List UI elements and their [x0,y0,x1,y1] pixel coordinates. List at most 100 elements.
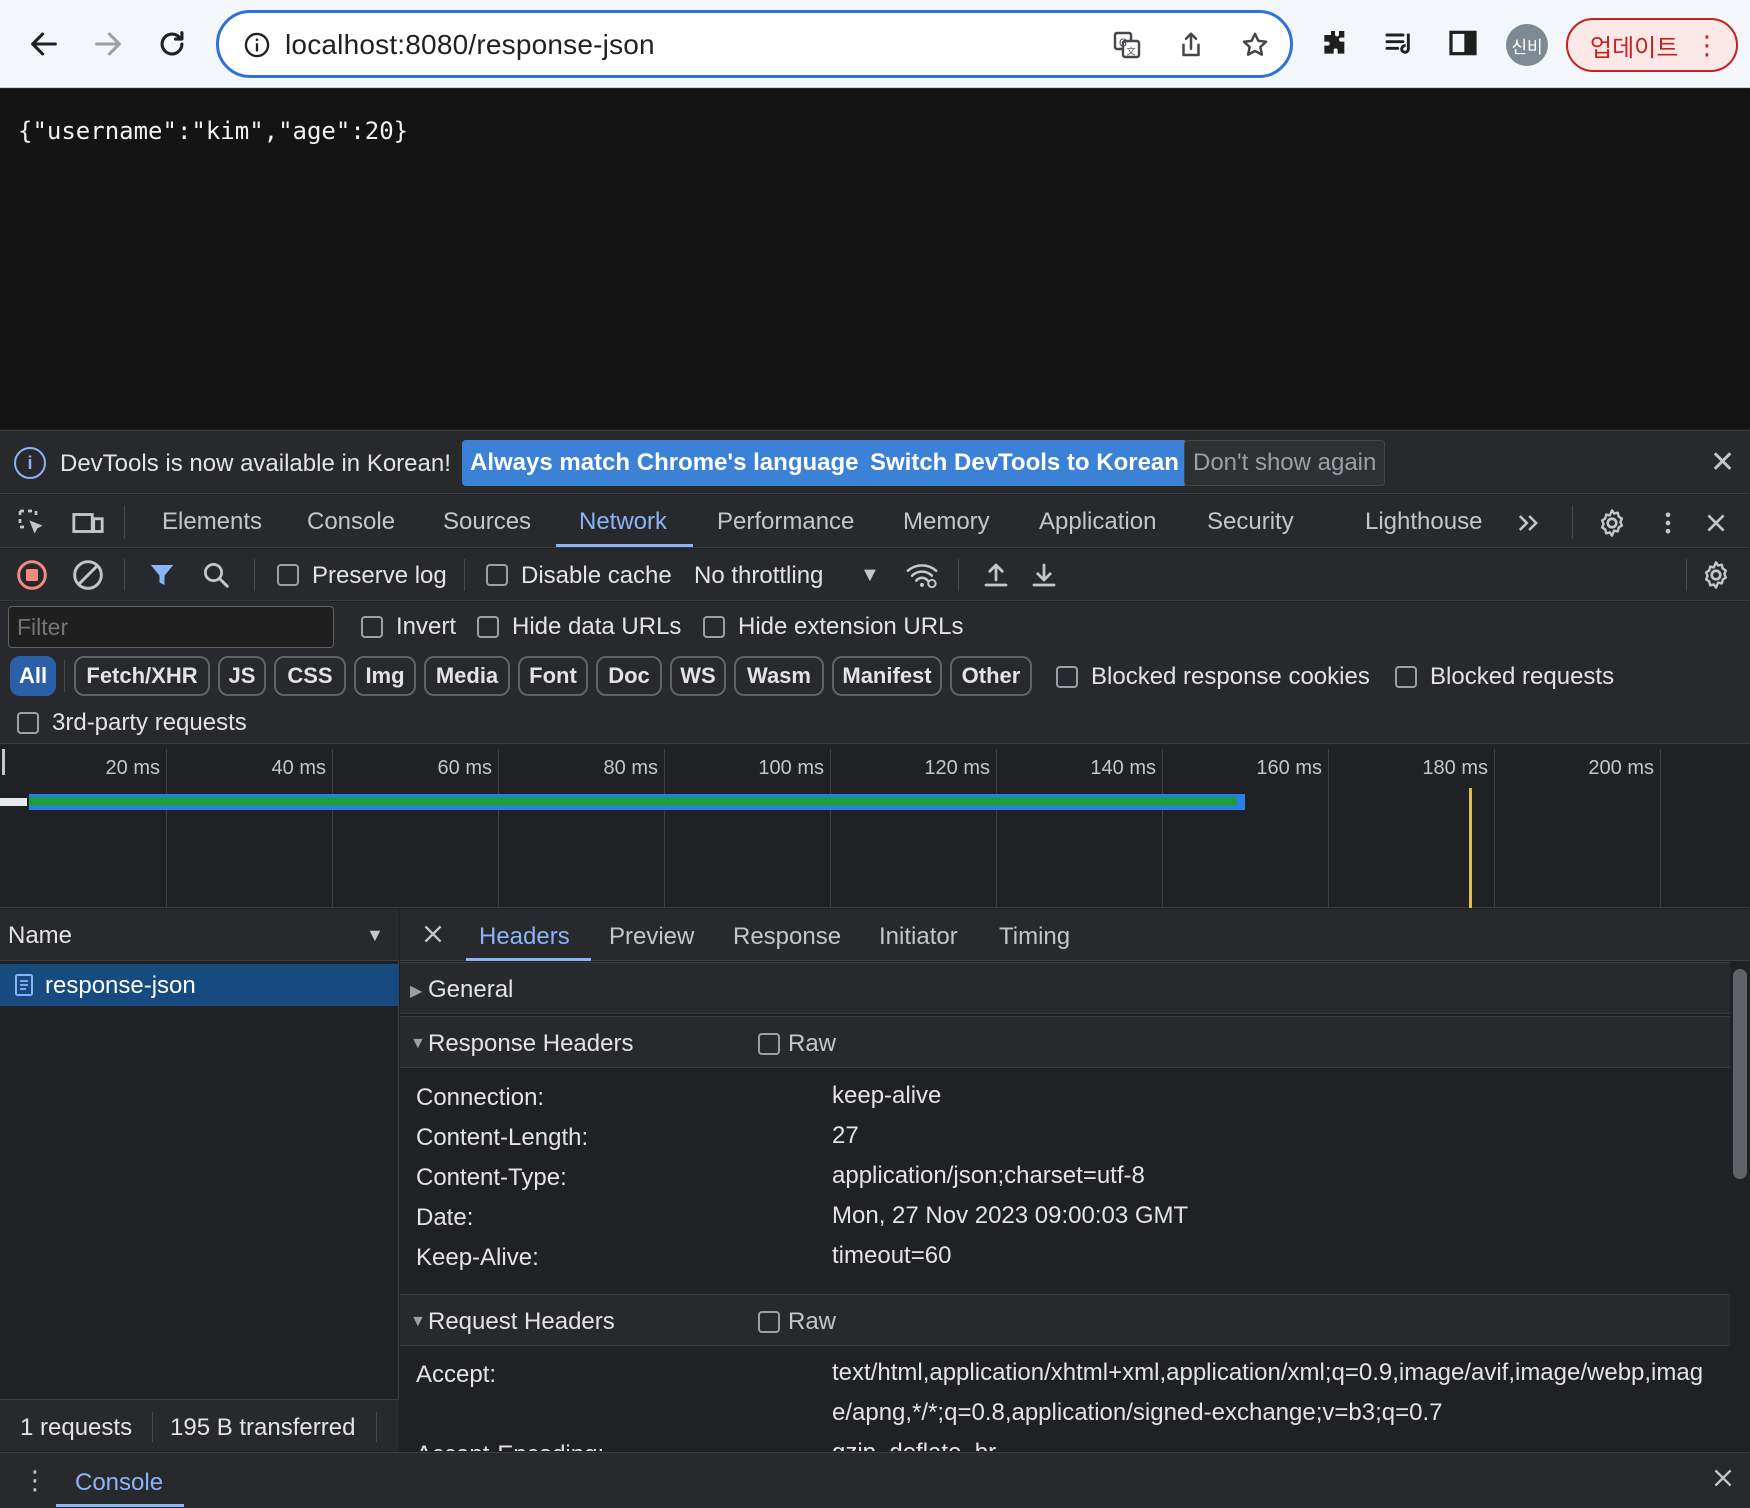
tab-elements[interactable]: Elements [162,508,262,536]
inspect-element-icon[interactable] [12,503,52,543]
timeline-tick-label: 140 ms [1090,757,1156,779]
blocked-requests-checkbox[interactable] [1395,666,1417,688]
back-button[interactable] [20,20,68,68]
reload-button[interactable] [148,20,196,68]
tab-console[interactable]: Console [307,508,395,536]
tab-network[interactable]: Network [579,508,667,536]
drawer-menu-icon[interactable]: ⋮ [22,1465,48,1496]
timeline-tick-label: 80 ms [603,757,658,779]
network-settings-gear-icon[interactable] [1696,555,1736,595]
network-conditions-wifi-icon[interactable] [902,555,942,595]
details-scrollbar[interactable] [1733,969,1747,1179]
disable-cache-checkbox[interactable] [486,564,508,586]
clear-icon[interactable] [68,555,108,595]
media-queue-icon[interactable] [1376,20,1422,66]
toolbar-divider [64,660,65,692]
tab-response[interactable]: Response [733,923,841,951]
tab-application[interactable]: Application [1039,508,1156,536]
filter-type-css[interactable]: CSS [274,656,346,696]
filter-type-manifest[interactable]: Manifest [832,656,942,696]
tab-security[interactable]: Security [1207,508,1294,536]
network-overview-timeline[interactable]: 20 ms 40 ms 60 ms 80 ms 100 ms 120 ms 140 ms 16… [0,745,1750,908]
update-button[interactable]: 업데이트 ⋮ [1566,18,1738,72]
more-vertical-icon[interactable] [1648,503,1688,543]
invert-label: Invert [396,613,457,640]
close-icon[interactable]: ✕ [1710,445,1735,480]
translate-icon[interactable]: G文 [1107,25,1147,65]
response-headers-section-header[interactable]: ▼ Response Headers Raw [400,1016,1730,1068]
tab-preview[interactable]: Preview [609,923,694,951]
export-har-download-icon[interactable] [1024,555,1064,595]
device-toolbar-icon[interactable] [68,503,108,543]
sort-triangle-icon: ▼ [366,925,384,945]
preserve-log-checkbox[interactable] [277,564,299,586]
general-section-header[interactable]: ▶ General [400,962,1730,1014]
filter-type-wasm[interactable]: Wasm [734,656,824,696]
tab-timing[interactable]: Timing [999,923,1070,951]
invert-checkbox[interactable] [361,616,383,638]
switch-to-korean-button[interactable]: Switch DevTools to Korean [862,440,1187,486]
third-party-requests-checkbox[interactable] [17,712,39,734]
tab-sources[interactable]: Sources [443,508,531,536]
tab-memory[interactable]: Memory [903,508,990,536]
tab-lighthouse[interactable]: Lighthouse [1365,508,1482,536]
share-icon[interactable] [1171,25,1211,65]
tab-initiator[interactable]: Initiator [879,923,958,951]
filter-input[interactable] [8,606,334,648]
url-text[interactable]: localhost:8080/response-json [285,29,655,61]
hide-data-urls-checkbox[interactable] [477,616,499,638]
devtools-drawer: ⋮ Console [0,1452,1750,1508]
filter-type-font[interactable]: Font [518,656,588,696]
close-details-icon[interactable] [420,921,446,952]
filter-type-all[interactable]: All [10,656,56,696]
network-toolbar: Preserve log Disable cache No throttling… [0,549,1750,601]
toolbar-divider [464,559,465,591]
response-header-value: 27 [832,1122,859,1149]
address-bar[interactable]: localhost:8080/response-json G文 [216,10,1293,78]
site-info-icon[interactable] [237,25,277,65]
filter-funnel-icon[interactable] [142,555,182,595]
close-drawer-icon[interactable] [1710,1465,1736,1496]
response-headers-title: Response Headers [428,1030,634,1057]
collapse-triangle-icon: ▼ [410,1313,426,1330]
import-har-upload-icon[interactable] [976,555,1016,595]
filter-type-media[interactable]: Media [424,656,510,696]
table-row[interactable]: response-json [0,964,399,1006]
blocked-cookies-checkbox[interactable] [1056,666,1078,688]
filter-type-js[interactable]: JS [218,656,266,696]
always-match-language-button[interactable]: Always match Chrome's language [462,440,867,486]
throttling-select[interactable]: No throttling ▼ [694,562,880,590]
tab-headers[interactable]: Headers [479,923,570,951]
close-devtools-icon[interactable] [1696,503,1736,543]
record-stop-icon[interactable] [12,555,52,595]
extensions-puzzle-icon[interactable] [1312,20,1358,66]
response-raw-checkbox[interactable] [758,1033,780,1055]
disable-cache-label: Disable cache [521,562,672,589]
hide-extension-urls-checkbox[interactable] [703,616,725,638]
settings-gear-icon[interactable] [1592,503,1632,543]
forward-button[interactable] [84,20,132,68]
arrow-left-icon [31,32,57,56]
drawer-tab-console[interactable]: Console [75,1469,163,1497]
filter-type-ws[interactable]: WS [670,656,726,696]
reload-icon [160,31,184,56]
side-panel-icon[interactable] [1440,20,1486,66]
timeline-load-event-marker [1469,788,1472,908]
search-icon[interactable] [196,555,236,595]
filter-type-fetch-xhr[interactable]: Fetch/XHR [74,656,210,696]
request-headers-section-header[interactable]: ▼ Request Headers Raw [400,1294,1730,1346]
filter-type-doc[interactable]: Doc [596,656,662,696]
bookmark-star-icon[interactable] [1235,25,1275,65]
dont-show-again-button[interactable]: Don't show again [1184,440,1386,486]
more-tabs-chevron-icon[interactable] [1508,503,1548,543]
profile-avatar[interactable]: 신비 [1506,24,1548,66]
name-column-header[interactable]: Name ▼ [0,909,399,961]
filter-type-img[interactable]: Img [354,656,416,696]
filter-type-other[interactable]: Other [950,656,1032,696]
request-raw-checkbox[interactable] [758,1311,780,1333]
json-body-text: {"username":"kim","age":20} [18,117,409,145]
tab-performance[interactable]: Performance [717,508,854,536]
toolbar-divider [1686,559,1687,591]
timeline-start-handle[interactable] [2,749,5,775]
timeline-gridline [830,749,831,908]
